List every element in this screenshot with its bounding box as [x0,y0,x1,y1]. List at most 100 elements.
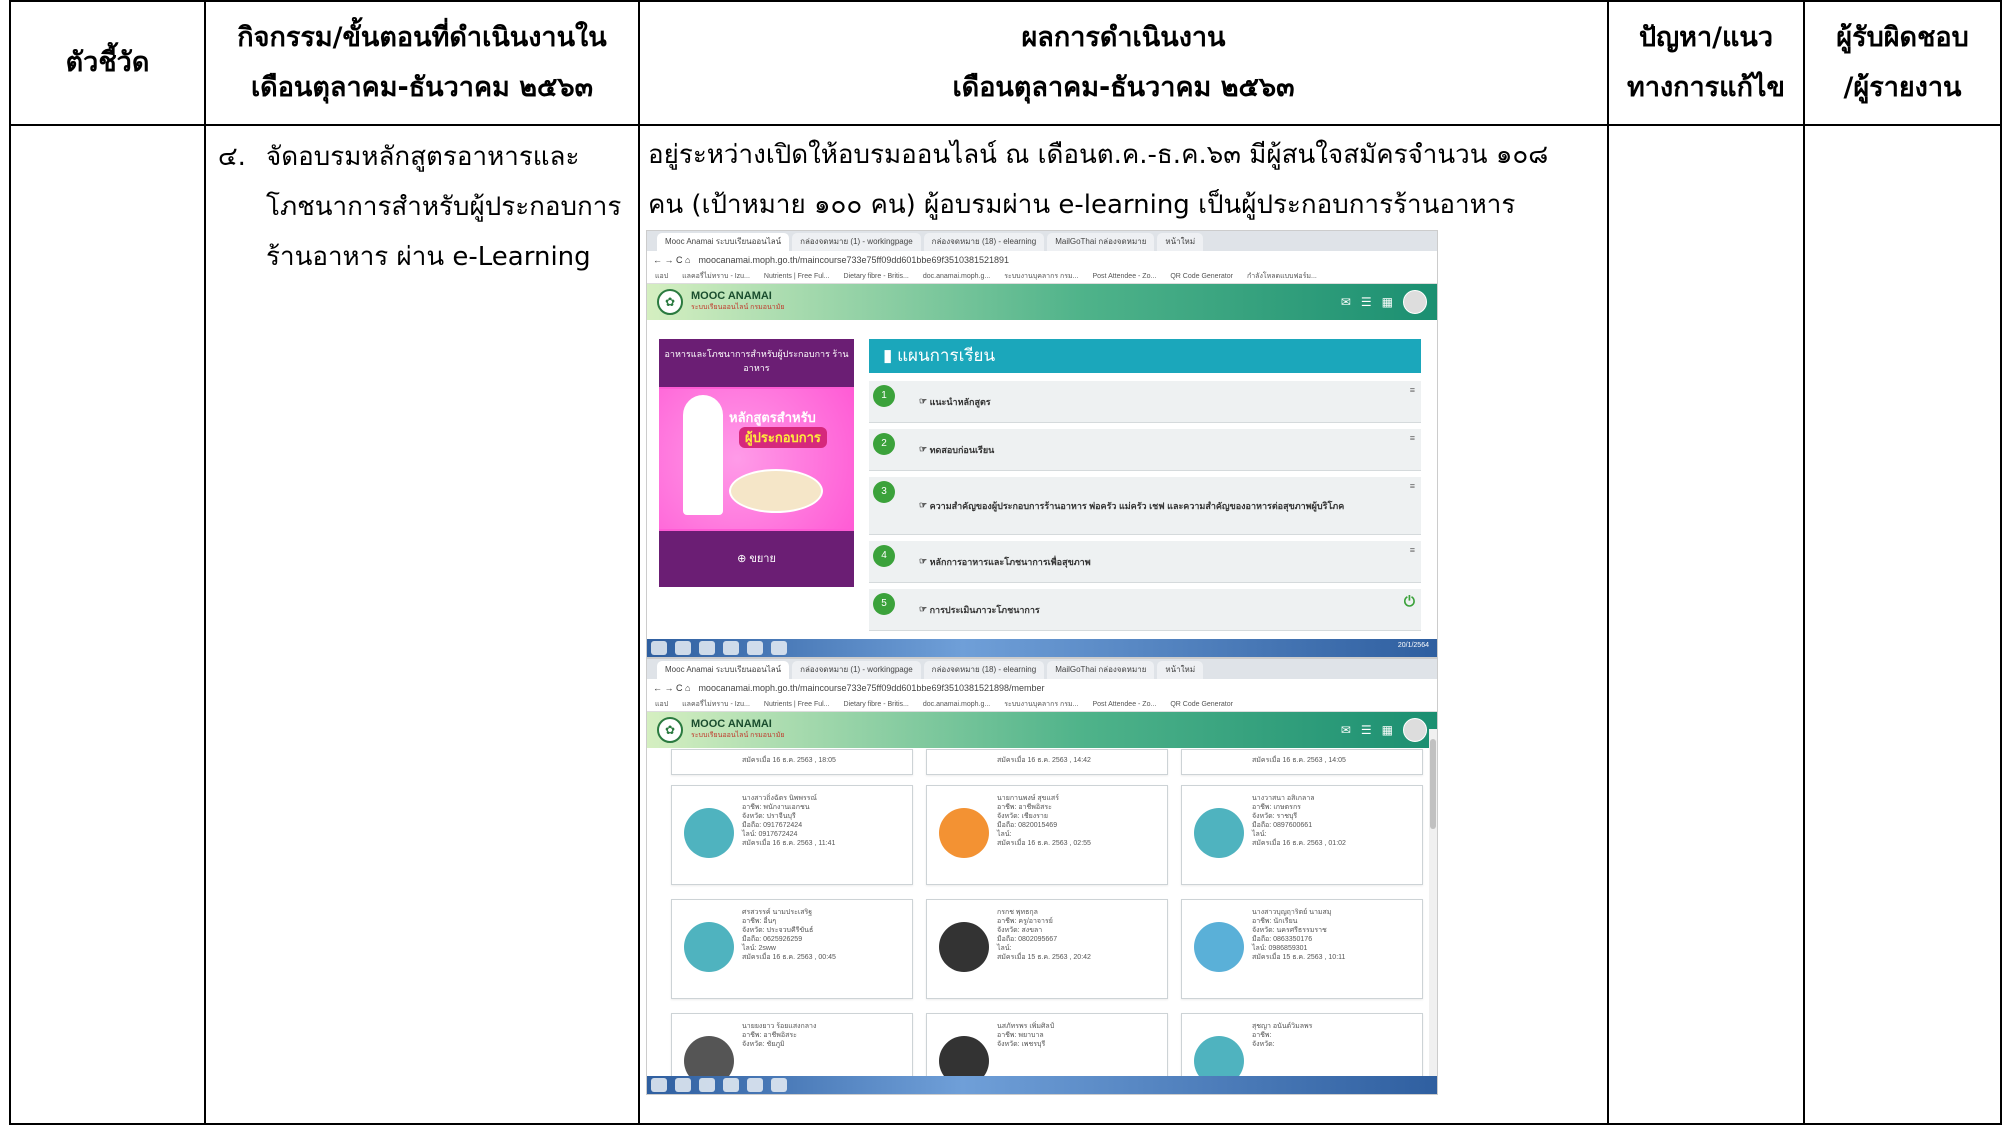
windows-taskbar [647,1076,1437,1094]
browser-tab: MailGoThai กล่องจดหมาย [1047,233,1155,251]
lesson-item: 3 ☞ ความสำคัญของผู้ประกอบการร้านอาหาร พ่… [869,477,1421,535]
food-plate [729,469,823,513]
problem-cell [1607,124,1805,1125]
header-responsible: ผู้รับผิดชอบ/ผู้รายงาน [1803,0,2002,126]
notification-icon: ✉ [1340,295,1351,309]
book-icon: ▮ [883,346,893,365]
url-text: moocanamai.moph.go.th/maincourse733e75ff… [698,255,1010,265]
browser-tab: หน้าใหม่ [1157,661,1204,679]
member-avatar [939,922,989,972]
member-avatar [684,922,734,972]
header-activity: กิจกรรม/ขั้นตอนที่ดำเนินงานใน เดือนตุลาคม… [204,0,640,126]
header-indicator: ตัวชี้วัด [9,0,206,126]
browser-tab: MailGoThai กล่องจดหมาย [1047,661,1155,679]
anamai-logo-icon: ✿ [657,289,683,315]
responsible-cell [1803,124,2002,1125]
bookmark: กำลังโหลดแบบฟอร์ม... [1246,272,1317,280]
bookmark: แอป [655,272,669,280]
body-row: ๔. จัดอบรมหลักสูตรอาหารและ โภชนาการสำหรั… [9,124,2002,1125]
brand: MOOC ANAMAI ระบบเรียนออนไลน์ กรมอนามัย [691,718,785,739]
header-row: ตัวชี้วัด กิจกรรม/ขั้นตอนที่ดำเนินงานในเ… [9,0,2002,126]
bookmark: doc.anamai.moph.g... [922,272,991,280]
art-title: หลักสูตรสำหรับ [729,410,816,425]
member-card: กรกช พุทธกุล อาชีพ: ครู/อาจารย์ จังหวัด:… [926,899,1168,999]
zoom-icon: ⊕ [737,553,747,565]
bookmark: แอป [655,700,669,708]
line-icon [747,1078,763,1092]
activity-line: จัดอบรมหลักสูตรอาหารและ [266,142,580,172]
browser-tab: Mooc Anamai ระบบเรียนออนไลน์ [657,233,790,251]
grid-icon: ▦ [1381,295,1393,309]
list-icon: ≡ [1409,481,1415,491]
ie-icon [675,641,691,655]
bookmark: แลคอรี่ไม่ทราบ - Izu... [682,700,750,708]
member-card: สุชญา อนันต์วิมลพร อาชีพ: จังหวัด: [1181,1013,1423,1086]
bookmark: QR Code Generator [1170,272,1233,280]
url-text: moocanamai.moph.go.th/maincourse733e75ff… [698,683,1045,693]
explorer-icon [723,1078,739,1092]
member-card: สมัครเมื่อ 16 ธ.ค. 2563 , 18:05 [671,749,913,775]
scrollbar [1429,729,1437,1076]
member-avatar [1194,808,1244,858]
member-card: นางวาสนา อสิเกลาล อาชีพ: เกษตรกร จังหวัด… [1181,785,1423,885]
indicator-cell [9,124,206,1125]
pointing-hand-icon: ☞ [919,396,930,406]
browser-tab: กล่องจดหมาย (18) - elearning [923,233,1045,251]
nav-arrows-icon: ← → C ⌂ [653,683,691,693]
start-icon [651,1078,667,1092]
report-table: ตัวชี้วัด กิจกรรม/ขั้นตอนที่ดำเนินงานในเ… [9,0,2002,1125]
app-header-icons: ✉ ☰ ▦ [1341,290,1427,314]
bookmark: ระบบงานบุคลากร กรม... [1004,272,1079,280]
app-header: ✿ MOOC ANAMAI ระบบเรียนออนไลน์ กรมอนามัย… [647,712,1437,748]
result-line: คน (เป้าหมาย ๑๐๐ คน) ผู้อบรมผ่าน e-learn… [648,190,1516,220]
header-result: ผลการดำเนินงาน เดือนตุลาคม-ธันวาคม ๒๕๖๓ [638,0,1609,126]
user-avatar [1403,718,1427,742]
chrome-icon [699,641,715,655]
result-cell: อยู่ระหว่างเปิดให้อบรมออนไลน์ ณ เดือนต.ค… [638,124,1609,1125]
grid-icon: ▦ [1381,723,1393,737]
member-card: สมัครเมื่อ 16 ธ.ค. 2563 , 14:42 [926,749,1168,775]
chef-figure [683,395,723,515]
address-bar: ← → C ⌂ moocanamai.moph.go.th/maincourse… [647,679,1437,697]
browser-tab: กล่องจดหมาย (1) - workingpage [792,233,921,251]
member-card: ศรสวรรค์ นามประเสริฐ อาชีพ: อื่นๆ จังหวั… [671,899,913,999]
power-icon: ⏻ [1403,593,1415,609]
brand: MOOC ANAMAI ระบบเรียนออนไลน์ กรมอนามัย [691,290,785,311]
zoom-label: ขยาย [749,553,776,565]
zoom-bar: ⊕ ขยาย [659,531,854,587]
member-card: นางสาวบุญฤาริตย์ นามสมุ อาชีพ: นักเรียน … [1181,899,1423,999]
bookmark: doc.anamai.moph.g... [922,700,991,708]
bookmark: แลคอรี่ไม่ทราบ - Izu... [682,272,750,280]
word-icon [771,641,787,655]
lesson-item: 2 ☞ ทดสอบก่อนเรียน ≡ [869,429,1421,471]
list-icon: ≡ [1409,385,1415,395]
activity-item: ๔. จัดอบรมหลักสูตรอาหารและ โภชนาการสำหรั… [218,132,628,282]
activity-line: โภชนาการสำหรับผู้ประกอบการ [266,192,622,222]
member-avatar [684,808,734,858]
bookmark: Nutrients | Free Ful... [763,700,830,708]
bookmarks-bar: แอป แลคอรี่ไม่ทราบ - Izu... Nutrients | … [647,269,1437,284]
screenshot-lesson-plan: Mooc Anamai ระบบเรียนออนไลน์ กล่องจดหมาย… [646,230,1438,658]
windows-taskbar: 20/1/2564 [647,639,1437,657]
lesson-item: 5 ☞ การประเมินภาวะโภชนาการ ⏻ [869,589,1421,631]
app-header: ✿ MOOC ANAMAI ระบบเรียนออนไลน์ กรมอนามัย… [647,284,1437,320]
member-card: นายกานพงษ์ สุขแสร์ อาชีพ: อาชีพอิสระ จัง… [926,785,1168,885]
course-title: อาหารและโภชนาการสำหรับผู้ประกอบการ ร้านอ… [659,339,854,387]
browser-tab: กล่องจดหมาย (1) - workingpage [792,661,921,679]
user-avatar [1403,290,1427,314]
bookmarks-bar: แอป แลคอรี่ไม่ทราบ - Izu... Nutrients | … [647,697,1437,712]
explorer-icon [723,641,739,655]
bookmark: QR Code Generator [1170,700,1233,708]
activity-number: ๔. [218,142,246,172]
browser-tabbar: Mooc Anamai ระบบเรียนออนไลน์ กล่องจดหมาย… [647,231,1437,251]
pointing-hand-icon: ☞ [919,500,930,510]
screenshot-members: Mooc Anamai ระบบเรียนออนไลน์ กล่องจดหมาย… [646,658,1438,1095]
result-line: อยู่ระหว่างเปิดให้อบรมออนไลน์ ณ เดือนต.ค… [648,140,1549,170]
list-icon: ≡ [1409,433,1415,443]
ie-icon [675,1078,691,1092]
member-card: นายยงยาว ร้อยแสงกลาง อาชีพ: อาชีพอิสระ จ… [671,1013,913,1086]
course-illustration: หลักสูตรสำหรับ ผู้ประกอบการ [659,389,854,529]
bookmark: Post Attendee - Zo... [1092,700,1157,708]
menu-icon: ☰ [1360,723,1372,737]
member-avatar [939,808,989,858]
